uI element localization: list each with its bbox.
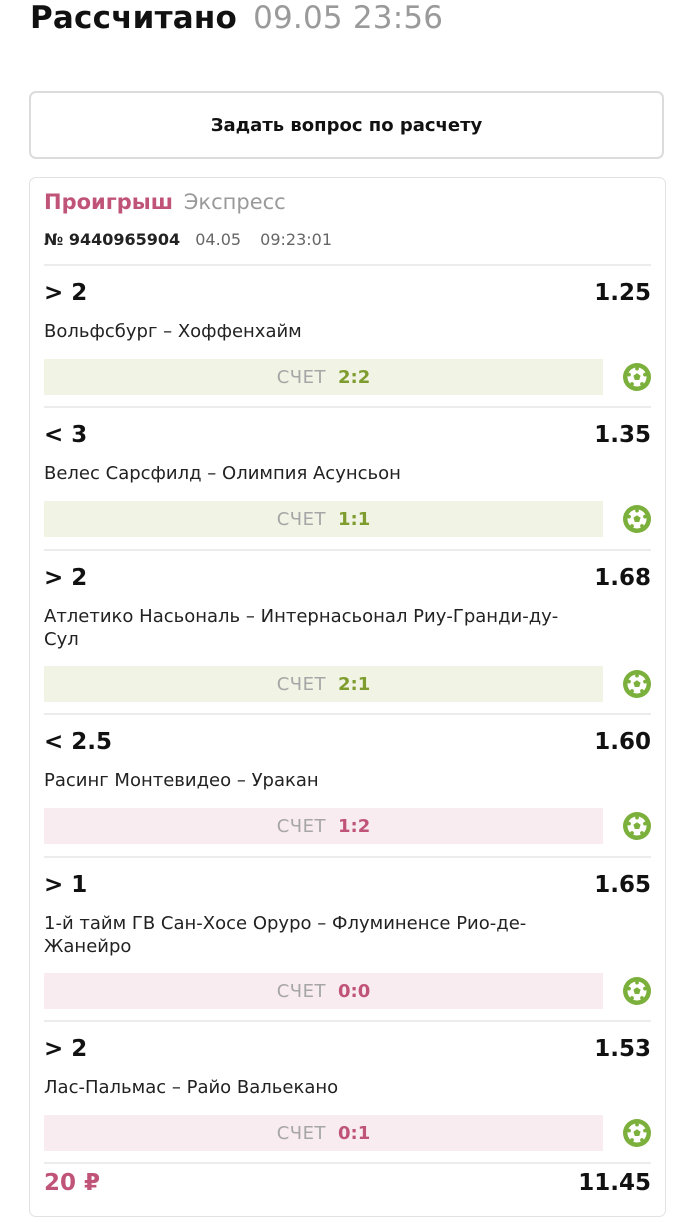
soccer-ball-icon (623, 812, 651, 840)
event-row: < 3 1.35 Велес Сарсфилд – Олимпия Асунсь… (44, 406, 651, 549)
bet-total-row: 20 ₽ 11.45 (44, 1162, 651, 1222)
event-outcome: > 2 (44, 280, 88, 306)
score-bar: СЧЕТ 2:1 (44, 666, 603, 702)
event-odds: 1.65 (594, 872, 651, 898)
event-row: < 2.5 1.60 Расинг Монтевидео – Уракан СЧ… (44, 713, 651, 856)
event-odds: 1.60 (594, 729, 651, 755)
score-value: 0:1 (338, 1122, 371, 1144)
page-title: Рассчитано (30, 0, 237, 36)
score-bar: СЧЕТ 1:1 (44, 501, 603, 537)
event-outcome: < 2.5 (44, 729, 113, 755)
event-match: Атлетико Насьональ – Интернасьонал Риу-Г… (44, 606, 559, 650)
score-label: СЧЕТ (276, 980, 327, 1002)
bet-status: Проигрыш (44, 190, 174, 214)
event-row: > 2 1.25 Вольфсбург – Хоффенхайм СЧЕТ 2:… (44, 264, 651, 406)
event-odds: 1.25 (594, 280, 651, 306)
score-value: 0:0 (338, 980, 371, 1002)
event-outcome: < 3 (44, 422, 88, 448)
bet-type: Экспресс (183, 190, 286, 214)
event-row: > 2 1.68 Атлетико Насьональ – Интернасьо… (44, 549, 651, 713)
settled-timestamp: 09.05 23:56 (253, 0, 444, 36)
score-label: СЧЕТ (276, 673, 327, 695)
bet-card-header: Проигрыш Экспресс (44, 190, 286, 214)
score-label: СЧЕТ (276, 508, 327, 530)
score-value: 1:1 (338, 508, 371, 530)
event-match: Лас-Пальмас – Райо Вальекано (44, 1077, 339, 1098)
bet-number: № 9440965904 (44, 230, 181, 249)
score-bar: СЧЕТ 2:2 (44, 359, 603, 395)
ask-question-button[interactable]: Задать вопрос по расчету (29, 91, 664, 159)
event-odds: 1.53 (594, 1036, 651, 1062)
score-value: 2:1 (338, 673, 371, 695)
score-label: СЧЕТ (276, 1122, 327, 1144)
score-bar: СЧЕТ 1:2 (44, 808, 603, 844)
soccer-ball-icon (623, 363, 651, 391)
event-outcome: > 1 (44, 872, 88, 898)
event-match: 1-й тайм ГВ Сан-Хосе Оруро – Флуминенсе … (44, 913, 527, 957)
event-outcome: > 2 (44, 565, 88, 591)
event-odds: 1.35 (594, 422, 651, 448)
event-match: Вольфсбург – Хоффенхайм (44, 321, 302, 342)
score-value: 2:2 (338, 366, 371, 388)
score-value: 1:2 (338, 815, 371, 837)
bet-meta: № 9440965904 04.05 09:23:01 (44, 230, 332, 249)
bet-time: 09:23:01 (260, 230, 333, 249)
bet-date: 04.05 (195, 230, 242, 249)
score-label: СЧЕТ (276, 366, 327, 388)
event-row: > 1 1.65 1-й тайм ГВ Сан-Хосе Оруро – Фл… (44, 856, 651, 1020)
bet-card: Проигрыш Экспресс № 9440965904 04.05 09:… (29, 177, 666, 1217)
event-odds: 1.68 (594, 565, 651, 591)
score-label: СЧЕТ (276, 815, 327, 837)
event-outcome: > 2 (44, 1036, 88, 1062)
event-match: Расинг Монтевидео – Уракан (44, 770, 319, 791)
total-odds: 11.45 (578, 1170, 651, 1196)
soccer-ball-icon (623, 670, 651, 698)
page-header: Рассчитано 09.05 23:56 (30, 0, 443, 42)
score-bar: СЧЕТ 0:1 (44, 1115, 603, 1151)
event-row: > 2 1.53 Лас-Пальмас – Райо Вальекано СЧ… (44, 1020, 651, 1162)
bet-stake: 20 ₽ (44, 1170, 101, 1196)
soccer-ball-icon (623, 977, 651, 1005)
score-bar: СЧЕТ 0:0 (44, 973, 603, 1009)
soccer-ball-icon (623, 1119, 651, 1147)
soccer-ball-icon (623, 505, 651, 533)
event-match: Велес Сарсфилд – Олимпия Асунсьон (44, 463, 401, 484)
